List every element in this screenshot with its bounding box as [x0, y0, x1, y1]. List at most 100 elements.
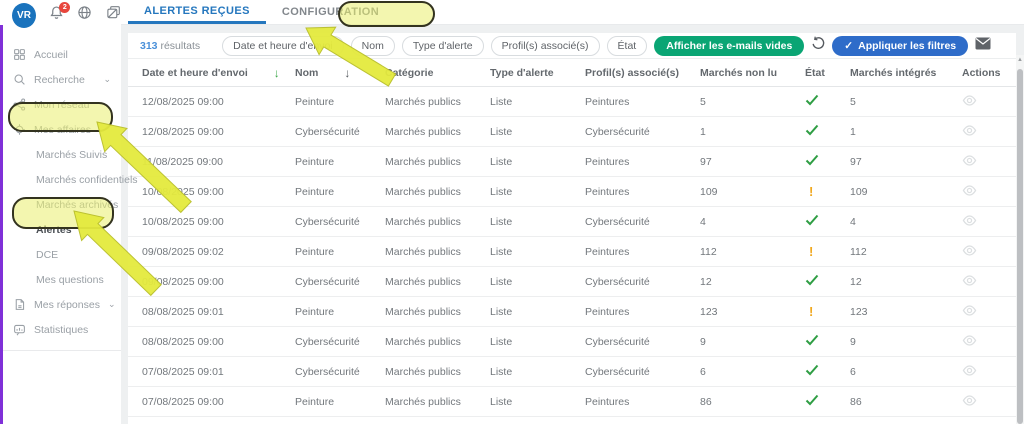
cell-profile: Cybersécurité: [585, 276, 700, 288]
view-alert-eye-icon[interactable]: [962, 309, 977, 321]
view-alert-eye-icon[interactable]: [962, 189, 977, 201]
filter-chip-date-et-heure-d-envoi[interactable]: Date et heure d'envoi: [222, 36, 344, 56]
sidebar-item-march-s-archiv-s[interactable]: Marchés archivés: [0, 192, 121, 217]
sidebar-item-mes-affaires[interactable]: Mes affaires⌃: [0, 117, 121, 142]
notification-badge: 2: [59, 2, 70, 13]
view-alert-eye-icon[interactable]: [962, 159, 977, 171]
cell-type: Liste: [490, 306, 585, 318]
filter-chip-nom[interactable]: Nom: [351, 36, 395, 56]
view-alert-eye-icon[interactable]: [962, 339, 977, 351]
row-actions: [962, 243, 1016, 261]
avatar[interactable]: VR: [12, 3, 36, 28]
cell-profile: Peintures: [585, 306, 700, 318]
table-row: 07/08/2025 09:01CybersécuritéMarchés pub…: [128, 357, 1016, 387]
organization-button[interactable]: [106, 7, 121, 23]
row-actions: [962, 363, 1016, 381]
cell-type: Liste: [490, 96, 585, 108]
scroll-up-arrow[interactable]: ▲: [1016, 55, 1024, 65]
sidebar-item-recherche[interactable]: Recherche⌄: [0, 67, 121, 92]
column-label: Marchés intégrés: [850, 67, 936, 79]
status-ok-check-icon: [805, 334, 850, 349]
chevron-up-icon: ⌃: [103, 124, 111, 135]
sidebar-item-mes-questions[interactable]: Mes questions: [0, 267, 121, 292]
view-alert-eye-icon[interactable]: [962, 99, 977, 111]
row-actions: [962, 303, 1016, 321]
cell-category: Marchés publics: [385, 96, 490, 108]
filter-chip-profil-s-associ-s-[interactable]: Profil(s) associé(s): [491, 36, 600, 56]
window-edge-highlight: [0, 25, 3, 424]
cell-profile: Peintures: [585, 156, 700, 168]
cell-category: Marchés publics: [385, 126, 490, 138]
cell-date: 11/08/2025 09:00: [142, 156, 295, 168]
cell-type: Liste: [490, 396, 585, 408]
reset-filters-button[interactable]: [811, 37, 825, 55]
table-row: 12/08/2025 09:00PeintureMarchés publicsL…: [128, 87, 1016, 117]
cell-name: Peinture: [295, 246, 385, 258]
cell-unread: 86: [700, 396, 805, 408]
vertical-scrollbar[interactable]: ▲: [1016, 55, 1024, 424]
sidebar-item-mon-r-seau[interactable]: Mon réseau: [0, 92, 121, 117]
row-actions: [962, 333, 1016, 351]
sidebar-item-march-s-suivis[interactable]: Marchés Suivis: [0, 142, 121, 167]
cell-type: Liste: [490, 186, 585, 198]
cell-name: Cybersécurité: [295, 126, 385, 138]
tab-alertes-recues[interactable]: ALERTES REÇUES: [128, 0, 266, 24]
cell-category: Marchés publics: [385, 156, 490, 168]
cell-unread: 4: [700, 216, 805, 228]
cell-unread: 123: [700, 306, 805, 318]
dashboard-icon: [12, 48, 26, 62]
table-body: 12/08/2025 09:00PeintureMarchés publicsL…: [128, 87, 1016, 417]
cell-category: Marchés publics: [385, 366, 490, 378]
sidebar-item-mes-r-ponses[interactable]: Mes réponses⌄: [0, 292, 121, 317]
sidebar-item-march-s-confidentiels[interactable]: Marchés confidentiels: [0, 167, 121, 192]
column-header-type-d-alerte: Type d'alerte: [490, 67, 585, 79]
sidebar-item-label: Recherche: [34, 74, 85, 86]
table-row: 08/08/2025 09:01PeintureMarchés publicsL…: [128, 297, 1016, 327]
status-warning-icon: !: [805, 184, 850, 199]
scrollbar-thumb[interactable]: [1017, 69, 1023, 424]
notifications-button[interactable]: 2: [49, 7, 64, 23]
view-alert-eye-icon[interactable]: [962, 369, 977, 381]
tab-configuration[interactable]: CONFIGURATION: [266, 0, 395, 24]
sort-arrow-icon[interactable]: ↓: [274, 66, 280, 80]
email-export-button[interactable]: [975, 37, 991, 55]
app-window: VR 2: [0, 0, 1024, 424]
sidebar-item-statistiques[interactable]: Statistiques: [0, 317, 121, 342]
show-empty-emails-button[interactable]: Afficher les e-mails vides: [654, 36, 804, 56]
sidebar-item-label: Accueil: [34, 49, 68, 61]
sidebar-item-dce[interactable]: DCE: [0, 242, 121, 267]
filter-bar: 313 résultats Date et heure d'envoiNomTy…: [128, 33, 1016, 59]
sidebar-item-label: Alertes: [36, 224, 72, 236]
cell-category: Marchés publics: [385, 216, 490, 228]
cell-integrated: 1: [850, 126, 962, 138]
globe-icon: [77, 5, 92, 25]
cell-name: Peinture: [295, 186, 385, 198]
view-alert-eye-icon[interactable]: [962, 219, 977, 231]
cell-unread: 1: [700, 126, 805, 138]
column-header-march-s-non-lu: Marchés non lu: [700, 67, 805, 79]
cell-integrated: 9: [850, 336, 962, 348]
table-header: Date et heure d'envoi↓Nom↓CatégorieType …: [128, 59, 1016, 87]
tab-bar: ALERTES REÇUES CONFIGURATION: [121, 0, 1024, 25]
sidebar-item-accueil[interactable]: Accueil: [0, 42, 121, 67]
sidebar-item-label: Marchés archivés: [36, 199, 118, 211]
view-alert-eye-icon[interactable]: [962, 279, 977, 291]
filter-chip-type-d-alerte[interactable]: Type d'alerte: [402, 36, 484, 56]
sidebar-header: VR 2: [0, 0, 121, 30]
sidebar-item-alertes[interactable]: Alertes: [0, 217, 121, 242]
cell-unread: 6: [700, 366, 805, 378]
cell-name: Peinture: [295, 96, 385, 108]
apply-filters-button[interactable]: ✓ Appliquer les filtres: [832, 36, 968, 56]
filter-chip--tat[interactable]: État: [607, 36, 648, 56]
cell-integrated: 4: [850, 216, 962, 228]
gear-icon: [12, 123, 26, 137]
sort-arrow-icon[interactable]: ↓: [344, 66, 350, 80]
view-alert-eye-icon[interactable]: [962, 129, 977, 141]
view-alert-eye-icon[interactable]: [962, 249, 977, 261]
cell-integrated: 123: [850, 306, 962, 318]
cell-date: 08/08/2025 09:00: [142, 336, 295, 348]
view-alert-eye-icon[interactable]: [962, 399, 977, 411]
cell-integrated: 97: [850, 156, 962, 168]
cell-name: Peinture: [295, 396, 385, 408]
globe-button[interactable]: [77, 7, 92, 23]
